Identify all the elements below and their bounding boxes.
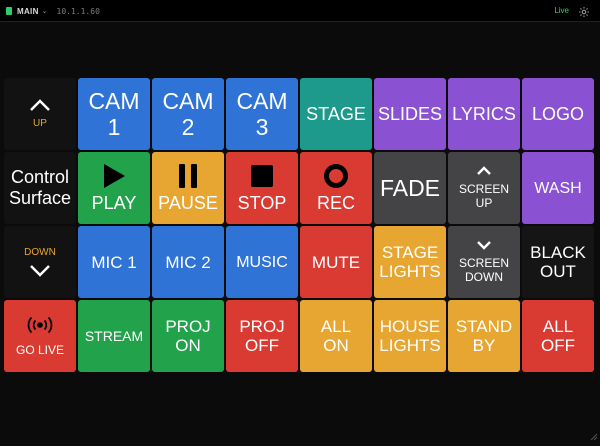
mic-1-label: MIC 1 <box>91 252 137 272</box>
live-status: Live <box>554 6 569 15</box>
stop-icon <box>250 163 274 189</box>
cam-1-label-line2: 1 <box>107 114 121 140</box>
wash-button[interactable]: WASH <box>522 152 594 224</box>
house-lights-label-line2: LIGHTS <box>379 336 441 355</box>
title-line1: Control <box>10 167 70 187</box>
title-line2: Surface <box>8 188 72 208</box>
blackout-button[interactable]: BLACK OUT <box>522 226 594 298</box>
ip-address: 10.1.1.60 <box>56 6 100 16</box>
up-label: UP <box>33 118 47 129</box>
blackout-label-line2: OUT <box>540 262 576 281</box>
stage-lights-label-line2: LIGHTS <box>379 262 441 281</box>
all-on-button[interactable]: ALL ON <box>300 300 372 372</box>
play-label: PLAY <box>91 192 137 213</box>
record-icon <box>323 163 349 189</box>
standby-label-line1: STAND <box>455 317 513 336</box>
cam-2-button[interactable]: CAM 2 <box>152 78 224 150</box>
pause-icon <box>177 163 199 189</box>
music-label: MUSIC <box>236 253 288 271</box>
chevron-down-icon <box>476 240 492 250</box>
resize-handle-icon[interactable] <box>588 428 598 441</box>
stream-button[interactable]: STREAM <box>78 300 150 372</box>
pause-label: PAUSE <box>158 192 218 213</box>
rec-button[interactable]: REC <box>300 152 372 224</box>
cam-3-button[interactable]: CAM 3 <box>226 78 298 150</box>
cam-2-label-line1: CAM <box>162 88 214 114</box>
mic-2-label: MIC 2 <box>165 252 211 272</box>
stage-lights-label-line1: STAGE <box>381 243 439 262</box>
proj-on-label-line1: PROJ <box>165 317 211 336</box>
house-lights-label-line1: HOUSE <box>379 317 441 336</box>
rec-label: REC <box>316 192 355 213</box>
proj-off-label-line1: PROJ <box>239 317 285 336</box>
wash-label: WASH <box>534 179 582 197</box>
cam-2-label-line2: 2 <box>181 114 195 140</box>
standby-button[interactable]: STAND BY <box>448 300 520 372</box>
stage-lights-button[interactable]: STAGE LIGHTS <box>374 226 446 298</box>
screen-down-label-line2: DOWN <box>465 270 503 284</box>
cam-3-label-line1: CAM <box>236 88 288 114</box>
screen-down-button[interactable]: SCREEN DOWN <box>448 226 520 298</box>
slides-button[interactable]: SLIDES <box>374 78 446 150</box>
chevron-down-icon: ⌄ <box>41 8 48 15</box>
control-surface-title: Control Surface <box>4 152 76 224</box>
connection-indicator-icon <box>6 7 12 15</box>
stream-label: STREAM <box>84 328 144 344</box>
down-button[interactable]: DOWN <box>4 226 76 298</box>
chevron-down-icon <box>29 264 51 278</box>
pause-button[interactable]: PAUSE <box>152 152 224 224</box>
stage-button[interactable]: STAGE <box>300 78 372 150</box>
blackout-label-line1: BLACK <box>530 243 586 262</box>
chevron-up-icon <box>476 166 492 176</box>
mic-2-button[interactable]: MIC 2 <box>152 226 224 298</box>
all-off-button[interactable]: ALL OFF <box>522 300 594 372</box>
stage-label: STAGE <box>306 103 366 124</box>
all-off-label-line1: ALL <box>542 317 574 336</box>
down-label: DOWN <box>24 246 56 258</box>
music-button[interactable]: MUSIC <box>226 226 298 298</box>
cam-3-label-line2: 3 <box>255 114 269 140</box>
chevron-up-icon <box>29 98 51 112</box>
proj-off-label-line2: OFF <box>245 336 279 355</box>
logo-button[interactable]: LOGO <box>522 78 594 150</box>
screen-up-label-line2: UP <box>475 196 493 210</box>
screen-up-button[interactable]: SCREEN UP <box>448 152 520 224</box>
proj-on-label-line2: ON <box>175 336 201 355</box>
mute-label: MUTE <box>311 252 361 272</box>
stop-label: STOP <box>237 192 287 213</box>
cam-1-button[interactable]: CAM 1 <box>78 78 150 150</box>
workspace-name: MAIN <box>17 6 39 16</box>
fade-button[interactable]: FADE <box>374 152 446 224</box>
play-icon <box>102 163 126 189</box>
mic-1-button[interactable]: MIC 1 <box>78 226 150 298</box>
house-lights-button[interactable]: HOUSE LIGHTS <box>374 300 446 372</box>
proj-off-button[interactable]: PROJ OFF <box>226 300 298 372</box>
proj-on-button[interactable]: PROJ ON <box>152 300 224 372</box>
broadcast-icon <box>25 315 55 335</box>
play-button[interactable]: PLAY <box>78 152 150 224</box>
workspace-selector[interactable]: MAIN ⌄ 10.1.1.60 <box>6 4 100 18</box>
go-live-button[interactable]: GO LIVE <box>4 300 76 372</box>
standby-label-line2: BY <box>472 336 496 355</box>
cam-1-label-line1: CAM <box>88 88 140 114</box>
screen-up-label-line1: SCREEN <box>458 182 509 196</box>
mute-button[interactable]: MUTE <box>300 226 372 298</box>
all-on-label-line2: ON <box>323 336 349 355</box>
top-bar: MAIN ⌄ 10.1.1.60 Live <box>0 0 600 22</box>
screen-down-label-line1: SCREEN <box>458 256 509 270</box>
all-off-label-line2: OFF <box>541 336 575 355</box>
stop-button[interactable]: STOP <box>226 152 298 224</box>
fade-label: FADE <box>379 175 441 201</box>
all-on-label-line1: ALL <box>320 317 352 336</box>
slides-label: SLIDES <box>377 103 443 124</box>
gear-icon[interactable] <box>578 5 590 17</box>
up-button[interactable]: UP <box>4 78 76 150</box>
lyrics-button[interactable]: LYRICS <box>448 78 520 150</box>
go-live-label: GO LIVE <box>15 343 65 357</box>
lyrics-label: LYRICS <box>452 103 516 124</box>
logo-label: LOGO <box>531 103 584 124</box>
